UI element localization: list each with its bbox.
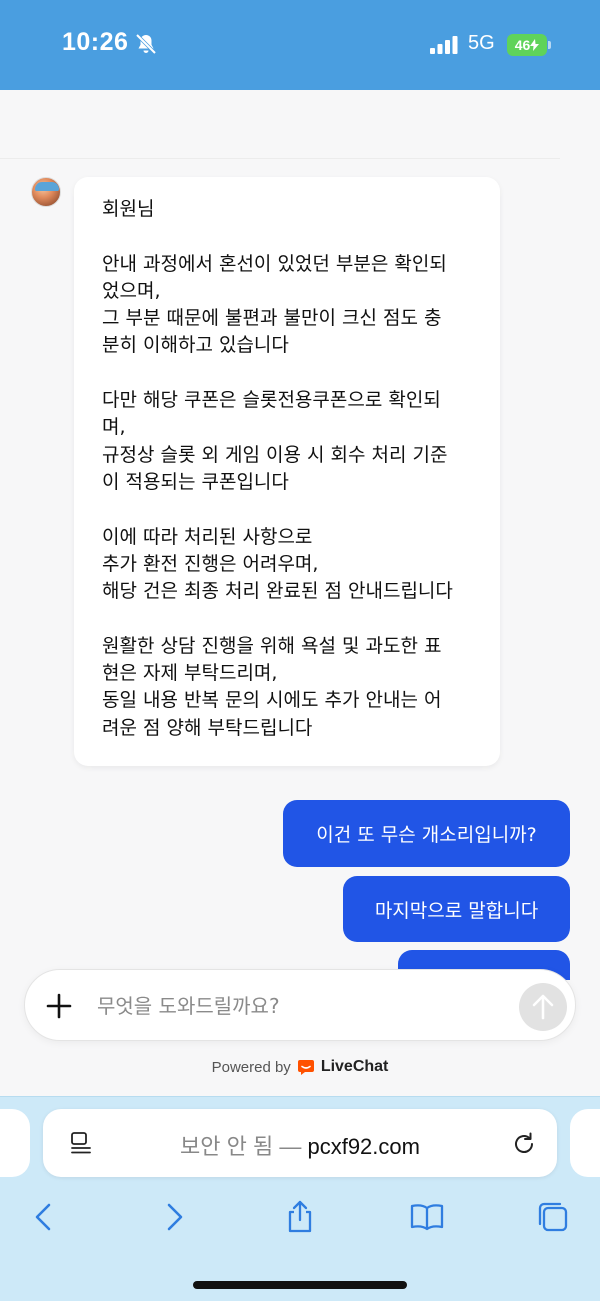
message-line: 해당 건은 최종 처리 완료된 점 안내드립니다 [102,580,453,603]
home-indicator[interactable] [193,1281,407,1289]
agent-message-bubble: 회원님 안내 과정에서 혼선이 있었던 부분은 확인되 었으며, 그 부분 때문… [74,177,500,766]
not-secure-label: 보안 안 됨 — [180,1134,302,1159]
user-message-bubble: 마지막으로 말합니다 [343,876,570,942]
message-line: 동일 내용 반복 문의 시에도 추가 안내는 어 [102,689,442,712]
back-button[interactable] [26,1199,62,1235]
status-bar: 10:26 5G 46 [0,0,600,90]
message-line: 이 적용되는 쿠폰입니다 [102,470,289,493]
message-line: 며, [102,416,126,439]
battery-cap [548,41,551,49]
message-input[interactable] [97,988,497,1024]
previous-tab-preview[interactable] [0,1109,30,1177]
divider [0,158,560,159]
charging-bolt-icon [530,39,540,51]
reload-icon[interactable] [511,1131,537,1157]
bell-slash-icon [135,33,157,55]
signal-icon [430,36,458,54]
address-bar[interactable]: 보안 안 됨 — pcxf92.com [43,1109,557,1177]
share-button[interactable] [282,1199,318,1235]
forward-button[interactable] [156,1199,192,1235]
powered-by: Powered by LiveChat [0,1058,600,1076]
tabs-button[interactable] [535,1199,571,1235]
battery-level: 46 [514,37,531,53]
user-message-text: 마지막으로 말합니다 [374,899,539,922]
agent-avatar [31,177,61,207]
url-domain: pcxf92.com [307,1134,420,1159]
message-line: 현은 자제 부탁드리며, [102,662,278,685]
next-tab-preview[interactable] [570,1109,600,1177]
message-line: 원활한 상담 진행을 위해 욕설 및 과도한 표 [102,634,442,657]
arrow-up-icon [532,994,554,1020]
bookmarks-button[interactable] [409,1199,445,1235]
message-line: 었으며, [102,279,161,302]
powered-by-label: Powered by [211,1058,291,1076]
user-message-text: 이건 또 무슨 개소리입니까? [316,824,537,846]
livechat-brand[interactable]: LiveChat [321,1058,389,1076]
network-label: 5G [468,32,495,54]
message-line: 그 부분 때문에 불편과 불만이 크신 점도 충 [102,307,442,330]
add-attachment-button[interactable] [43,990,75,1022]
status-time: 10:26 [62,28,129,56]
message-line: 분히 이해하고 있습니다 [102,334,289,357]
message-line: 규정상 슬롯 외 게임 이용 시 회수 처리 기준 [102,443,448,466]
battery-indicator: 46 [507,34,547,56]
message-line: 다만 해당 쿠폰은 슬롯전용쿠폰으로 확인되 [102,389,441,412]
browser-toolbar: 보안 안 됨 — pcxf92.com [0,1096,600,1301]
message-line: 려운 점 양해 부탁드립니다 [102,716,313,739]
send-button[interactable] [519,983,567,1031]
message-line: 추가 환전 진행은 어려우며, [102,552,319,575]
message-line: 회원님 [102,198,155,220]
message-line: 이에 따라 처리된 사항으로 [102,525,313,548]
message-line: 안내 과정에서 혼선이 있었던 부분은 확인되 [102,252,447,275]
livechat-logo-icon [297,1060,314,1075]
message-composer [24,969,576,1041]
user-message-bubble: 이건 또 무슨 개소리입니까? [283,800,570,867]
url-display[interactable]: 보안 안 됨 — pcxf92.com [43,1129,557,1161]
